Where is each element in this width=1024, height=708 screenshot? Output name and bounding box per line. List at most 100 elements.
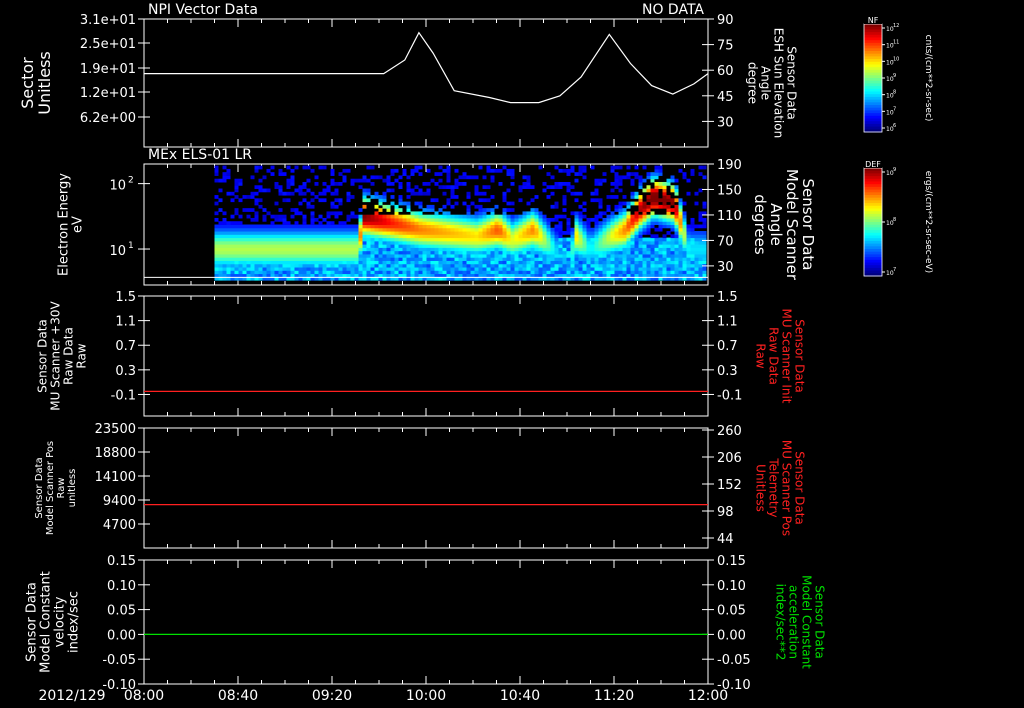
spectrogram-cell — [398, 237, 403, 242]
spectrogram-cell — [554, 201, 559, 206]
spectrogram-cell — [230, 221, 235, 225]
spectrogram-cell — [226, 168, 231, 173]
spectrogram-cell — [302, 221, 307, 225]
spectrogram-cell — [670, 227, 675, 232]
spectrogram-cell — [638, 240, 643, 245]
spectrogram-cell — [598, 267, 603, 271]
spectrogram-cell — [274, 227, 279, 232]
spectrogram-cell — [598, 221, 603, 225]
spectrogram-cell — [702, 165, 707, 170]
spectrogram-cell — [466, 221, 471, 225]
spectrogram-cell — [298, 267, 303, 271]
spectrogram-cell — [562, 168, 567, 173]
spectrogram-cell — [622, 270, 627, 275]
spectrogram-cell — [238, 244, 243, 248]
spectrogram-cell — [266, 263, 271, 268]
spectrogram-cell — [670, 263, 675, 268]
spectrogram-cell — [530, 208, 535, 212]
spectrogram-cell — [334, 263, 339, 268]
spectrogram-cell — [414, 270, 419, 275]
spectrogram-cell — [482, 214, 487, 219]
spectrogram-cell — [502, 221, 507, 225]
spectrogram-cell — [458, 267, 463, 271]
right-tick-label: 0.05 — [717, 604, 746, 619]
panel5-right-ylabel-line: Model Constant — [799, 575, 813, 669]
spectrogram-cell — [594, 244, 599, 248]
spectrogram-cell — [622, 273, 627, 278]
spectrogram-cell — [358, 260, 363, 265]
spectrogram-cell — [366, 191, 371, 196]
spectrogram-cell — [658, 214, 663, 219]
spectrogram-cell — [558, 214, 563, 219]
spectrogram-cell — [390, 172, 395, 176]
spectrogram-cell — [558, 247, 563, 252]
spectrogram-cell — [470, 227, 475, 232]
spectrogram-cell — [670, 267, 675, 271]
spectrogram-cell — [646, 253, 651, 258]
spectrogram-cell — [314, 257, 319, 261]
spectrogram-cell — [490, 257, 495, 261]
spectrogram-cell — [238, 267, 243, 271]
spectrogram-cell — [562, 260, 567, 265]
spectrogram-cell — [362, 260, 367, 265]
spectrogram-cell — [558, 244, 563, 248]
spectrogram-cell — [554, 257, 559, 261]
spectrogram-cell — [362, 244, 367, 248]
spectrogram-cell — [514, 244, 519, 248]
spectrogram-cell — [434, 181, 439, 186]
spectrogram-cell — [558, 250, 563, 255]
spectrogram-cell — [686, 260, 691, 265]
spectrogram-cell — [250, 227, 255, 232]
spectrogram-cell — [626, 260, 631, 265]
spectrogram-cell — [482, 253, 487, 258]
spectrogram-cell — [602, 260, 607, 265]
spectrogram-cell — [590, 253, 595, 258]
spectrogram-cell — [674, 198, 679, 203]
spectrogram-cell — [538, 240, 543, 245]
spectrogram-cell — [466, 247, 471, 252]
spectrogram-cell — [538, 227, 543, 232]
spectrogram-cell — [358, 237, 363, 242]
spectrogram-cell — [590, 231, 595, 235]
spectrogram-cell — [574, 198, 579, 203]
spectrogram-cell — [298, 231, 303, 235]
spectrogram-cell — [310, 191, 315, 196]
spectrogram-cell — [334, 198, 339, 203]
spectrogram-cell — [678, 204, 683, 209]
spectrogram-cell — [222, 257, 227, 261]
spectrogram-cell — [410, 260, 415, 265]
spectrogram-cell — [334, 231, 339, 235]
spectrogram-cell — [278, 257, 283, 261]
spectrogram-cell — [410, 267, 415, 271]
spectrogram-cell — [478, 204, 483, 209]
spectrogram-cell — [686, 250, 691, 255]
spectrogram-cell — [650, 253, 655, 258]
spectrogram-cell — [218, 240, 223, 245]
panel4-right-ylabel-line: MU Scanner Pos — [779, 440, 793, 536]
spectrogram-cell — [406, 201, 411, 206]
spectrogram-cell — [414, 224, 419, 229]
right-tick-label: 206 — [717, 451, 742, 466]
spectrogram-cell — [238, 198, 243, 203]
spectrogram-cell — [318, 257, 323, 261]
spectrogram-cell — [602, 267, 607, 271]
spectrogram-cell — [446, 178, 451, 183]
spectrogram-cell — [554, 181, 559, 186]
spectrogram-cell — [446, 217, 451, 222]
spectrogram-cell — [462, 234, 467, 239]
spectrogram-cell — [490, 217, 495, 222]
spectrogram-cell — [282, 198, 287, 203]
spectrogram-cell — [390, 240, 395, 245]
spectrogram-cell — [346, 267, 351, 271]
spectrogram-cell — [654, 247, 659, 252]
spectrogram-cell — [438, 237, 443, 242]
spectrogram-cell — [234, 227, 239, 232]
spectrogram-cell — [518, 224, 523, 229]
spectrogram-cell — [294, 240, 299, 245]
spectrogram-cell — [490, 178, 495, 183]
spectrogram-cell — [654, 234, 659, 239]
spectrogram-cell — [522, 231, 527, 235]
spectrogram-cell — [546, 227, 551, 232]
spectrogram-cell — [258, 165, 263, 170]
spectrogram-cell — [634, 221, 639, 225]
